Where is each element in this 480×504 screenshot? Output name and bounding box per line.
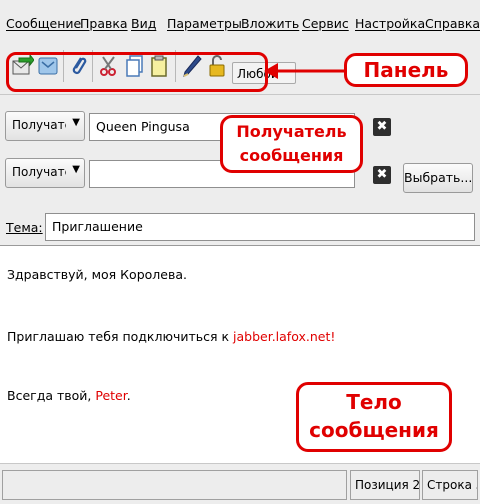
status-bar: Позиция 20 Строка 5 <box>0 463 480 504</box>
subject-field[interactable]: Приглашение <box>45 213 475 241</box>
body-greeting: Здравствуй, моя Королева. <box>7 267 187 282</box>
jabber-link[interactable]: jabber.lafox.net <box>233 329 330 344</box>
subject-label-text: Тема: <box>6 220 43 235</box>
invite-end: ! <box>330 329 336 344</box>
signature-end: . <box>126 388 131 403</box>
callout-arrow-icon <box>264 63 346 79</box>
menu-attach[interactable]: Вложить <box>241 16 299 31</box>
signature-name: Peter <box>95 388 127 403</box>
status-position: Позиция 20 <box>350 470 420 500</box>
recipient-type-label: Получатель <box>12 118 66 132</box>
menu-tools[interactable]: Сервис <box>302 16 349 31</box>
menu-edit[interactable]: Правка <box>80 16 128 31</box>
body-invite: Приглашаю тебя подключиться к jabber.laf… <box>7 329 335 344</box>
recipient-callout: Получатель сообщения <box>220 115 363 173</box>
body-signature: Всегда твой, Peter. <box>7 388 131 403</box>
combo-arrow-icon: ▼ <box>72 117 80 128</box>
combo-arrow-icon: ▼ <box>72 164 80 175</box>
menu-settings[interactable]: Настройка <box>355 16 425 31</box>
menu-options[interactable]: Параметры <box>167 16 242 31</box>
menu-view[interactable]: Вид <box>131 16 156 31</box>
body-callout: Тело сообщения <box>296 382 452 452</box>
toolbar-highlight-frame <box>6 52 268 92</box>
recipient-type-label: Получатель <box>12 165 66 179</box>
status-line: Строка 5 <box>422 470 478 500</box>
menu-bar: Сообщение Правка Вид Параметры Вложить С… <box>0 0 480 40</box>
menu-help[interactable]: Справка <box>425 16 480 31</box>
panel-callout: Панель <box>344 53 468 87</box>
subject-label: Тема: <box>6 220 43 235</box>
signature-text: Всегда твой, <box>7 388 96 403</box>
status-message <box>2 470 347 500</box>
clear-icon[interactable]: ✖ <box>373 166 391 184</box>
recipient-type-combo[interactable]: Получатель ▼ <box>5 111 85 141</box>
invite-text: Приглашаю тебя подключиться к <box>7 329 234 344</box>
clear-icon[interactable]: ✖ <box>373 118 391 136</box>
menu-message[interactable]: Сообщение <box>6 16 81 31</box>
choose-button[interactable]: Выбрать... <box>403 163 473 193</box>
recipient-type-combo[interactable]: Получатель ▼ <box>5 158 85 188</box>
